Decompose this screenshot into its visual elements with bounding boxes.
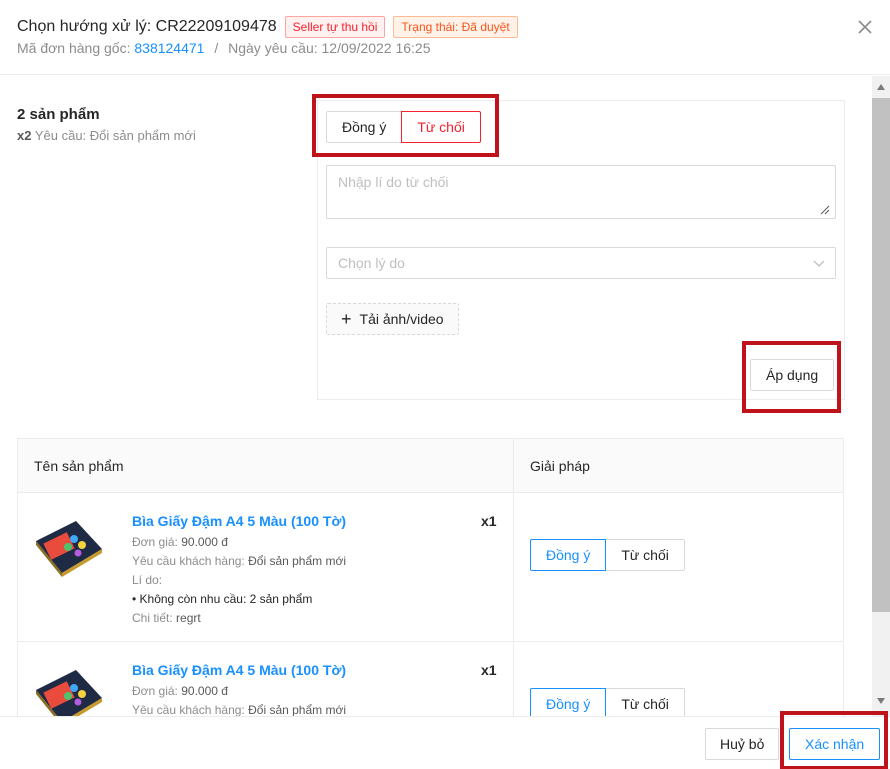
table-row: Bìa Giấy Đậm A4 5 Màu (100 Tờ) x1 Đơn gi… xyxy=(18,642,843,716)
price-value: 90.000 đ xyxy=(181,684,228,698)
product-name-link[interactable]: Bìa Giấy Đậm A4 5 Màu (100 Tờ) xyxy=(132,662,346,678)
price-label: Đơn giá: xyxy=(132,684,178,698)
decision-toggle: Đồng ý Từ chối xyxy=(326,111,481,143)
reason-select-placeholder: Chọn lý do xyxy=(338,255,405,271)
cancel-button[interactable]: Huỷ bỏ xyxy=(705,728,780,760)
upload-label: Tải ảnh/video xyxy=(359,311,444,327)
confirm-button[interactable]: Xác nhận xyxy=(789,728,881,760)
row-reject-button[interactable]: Từ chối xyxy=(605,539,685,571)
order-id-link[interactable]: 838124471 xyxy=(134,40,204,56)
table-header: Tên sản phẩm Giải pháp xyxy=(18,439,843,493)
table-row: Bìa Giấy Đậm A4 5 Màu (100 Tờ) x1 Đơn gi… xyxy=(18,493,843,642)
product-quantity: x1 xyxy=(481,513,497,529)
vertical-scrollbar[interactable] xyxy=(872,76,890,716)
reason-label: Lí do: xyxy=(132,573,163,587)
product-count: 2 sản phẩm xyxy=(17,106,100,123)
customer-request: Yêu cầu khách hàng: Đổi sản phẩm mới xyxy=(132,554,346,568)
row-accept-button[interactable]: Đồng ý xyxy=(530,688,607,716)
apply-button[interactable]: Áp dụng xyxy=(750,359,835,391)
row-reject-button[interactable]: Từ chối xyxy=(605,688,685,716)
upload-media-button[interactable]: + Tải ảnh/video xyxy=(326,303,459,335)
modal-footer: Huỷ bỏ Xác nhận xyxy=(0,711,890,769)
modal-header: Chọn hướng xử lý: CR22209109478 Seller t… xyxy=(0,0,890,75)
price-label: Đơn giá: xyxy=(132,535,178,549)
product-quantity: x1 xyxy=(481,662,497,678)
chevron-down-icon xyxy=(813,260,825,267)
product-thumbnail xyxy=(36,670,102,716)
row-decision-toggle: Đồng ý Từ chối xyxy=(530,688,685,716)
scroll-up-icon[interactable] xyxy=(877,84,885,90)
request-date: Ngày yêu cầu: 12/09/2022 16:25 xyxy=(228,40,431,56)
order-info: Mã đơn hàng gốc: 838124471 / Ngày yêu cầ… xyxy=(17,40,431,56)
modal-body: 2 sản phẩm x2 Yêu cầu: Đổi sản phẩm mới … xyxy=(0,76,872,716)
request-value: Đổi sản phẩm mới xyxy=(248,554,347,568)
solution-cell: Đồng ý Từ chối xyxy=(514,493,843,641)
decision-panel: Đồng ý Từ chối Chọn lý do + Tải ảnh/vide… xyxy=(317,100,845,400)
product-request: x2 Yêu cầu: Đổi sản phẩm mới xyxy=(17,128,196,143)
seller-badge: Seller tự thu hồi xyxy=(284,16,386,38)
detail-label: Chi tiết: xyxy=(132,611,173,625)
product-cell: Bìa Giấy Đậm A4 5 Màu (100 Tờ) x1 Đơn gi… xyxy=(18,642,514,716)
title-row: Chọn hướng xử lý: CR22209109478 Seller t… xyxy=(17,16,518,38)
request-value: Đổi sản phẩm mới xyxy=(248,703,347,716)
accept-all-button[interactable]: Đồng ý xyxy=(326,111,403,143)
modal-title: Chọn hướng xử lý: CR22209109478 xyxy=(17,18,277,35)
price-value: 90.000 đ xyxy=(181,535,228,549)
detail-value: regrt xyxy=(176,611,201,625)
col-product-header: Tên sản phẩm xyxy=(18,439,514,492)
product-table: Tên sản phẩm Giải pháp Bìa Giấy Đậm A4 5… xyxy=(17,438,844,716)
reason-select[interactable]: Chọn lý do xyxy=(326,247,836,279)
reject-reason-input[interactable] xyxy=(326,165,836,219)
scrollbar-thumb[interactable] xyxy=(872,98,890,612)
solution-cell: Đồng ý Từ chối xyxy=(514,642,843,716)
reason-value: • Không còn nhu cầu: 2 sản phẩm xyxy=(132,592,313,606)
product-cell: Bìa Giấy Đậm A4 5 Màu (100 Tờ) x1 Đơn gi… xyxy=(18,493,514,641)
detail-line: Chi tiết: regrt xyxy=(132,611,201,625)
unit-price: Đơn giá: 90.000 đ xyxy=(132,535,228,549)
request-text: Yêu cầu: Đổi sản phẩm mới xyxy=(34,128,196,143)
order-label: Mã đơn hàng gốc: xyxy=(17,40,131,56)
status-badge: Trạng thái: Đã duyệt xyxy=(393,16,518,38)
unit-price: Đơn giá: 90.000 đ xyxy=(132,684,228,698)
separator: / xyxy=(214,40,219,56)
plus-icon: + xyxy=(341,309,352,329)
close-icon[interactable] xyxy=(856,18,874,36)
request-label: Yêu cầu khách hàng: xyxy=(132,703,245,716)
row-accept-button[interactable]: Đồng ý xyxy=(530,539,607,571)
product-name-link[interactable]: Bìa Giấy Đậm A4 5 Màu (100 Tờ) xyxy=(132,513,346,529)
row-decision-toggle: Đồng ý Từ chối xyxy=(530,539,685,571)
product-qty: x2 xyxy=(17,128,32,143)
reject-all-button[interactable]: Từ chối xyxy=(401,111,481,143)
request-label: Yêu cầu khách hàng: xyxy=(132,554,245,568)
col-solution-header: Giải pháp xyxy=(530,458,590,474)
product-thumbnail xyxy=(36,521,102,577)
customer-request: Yêu cầu khách hàng: Đổi sản phẩm mới xyxy=(132,703,346,716)
scroll-down-icon[interactable] xyxy=(877,698,885,704)
